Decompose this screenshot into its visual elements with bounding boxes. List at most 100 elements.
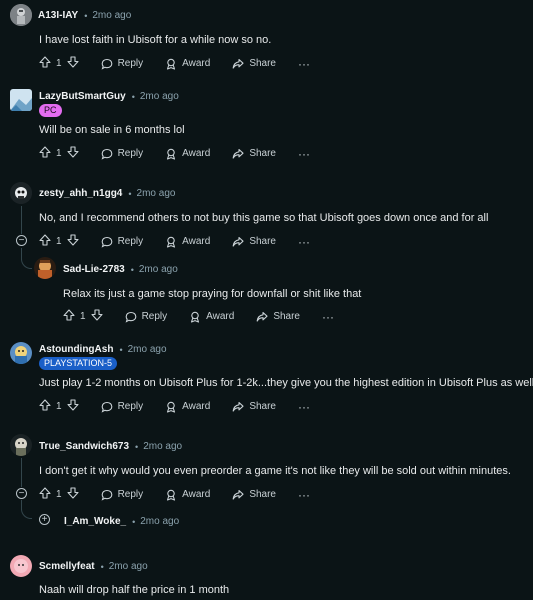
award-button[interactable]: Award <box>165 148 210 160</box>
user-flair-ps5: PLAYSTATION-5 <box>39 357 118 370</box>
more-options-button[interactable]: ··· <box>298 57 310 71</box>
timestamp[interactable]: 2mo ago <box>137 188 176 199</box>
timestamp[interactable]: 2mo ago <box>143 441 182 452</box>
share-button[interactable]: Share <box>232 148 276 160</box>
username[interactable]: I_Am_Woke_ <box>64 516 126 527</box>
vote-control: 1 <box>39 56 79 71</box>
more-options-button[interactable]: ··· <box>322 310 334 324</box>
collapse-thread-icon[interactable]: − <box>16 488 27 499</box>
avatar[interactable] <box>10 4 32 26</box>
share-button[interactable]: Share <box>232 489 276 501</box>
username[interactable]: Scmellyfeat <box>39 561 95 572</box>
more-options-button[interactable]: ··· <box>298 400 310 414</box>
downvote-button[interactable] <box>91 309 103 324</box>
share-label: Share <box>249 489 276 500</box>
collapse-thread-icon[interactable]: − <box>16 235 27 246</box>
timestamp[interactable]: 2mo ago <box>109 561 148 572</box>
downvote-icon <box>67 56 79 68</box>
share-label: Share <box>249 236 276 247</box>
username[interactable]: Sad-Lie-2783 <box>63 264 125 275</box>
share-button[interactable]: Share <box>232 58 276 70</box>
award-icon <box>167 236 176 248</box>
downvote-button[interactable] <box>67 487 79 502</box>
vote-control: 1 <box>39 146 79 161</box>
downvote-button[interactable] <box>67 234 79 249</box>
award-button[interactable]: Award <box>165 489 210 501</box>
more-options-button[interactable]: ··· <box>298 235 310 249</box>
vote-count: 1 <box>56 58 62 69</box>
reply-icon <box>101 401 112 413</box>
thread-line[interactable] <box>21 458 22 487</box>
downvote-icon <box>67 146 79 158</box>
reply-button[interactable]: Reply <box>101 236 143 248</box>
expand-thread-icon[interactable]: + <box>39 514 50 525</box>
share-icon <box>256 311 268 322</box>
separator-dot: • <box>132 516 136 527</box>
share-icon <box>232 236 244 247</box>
timestamp[interactable]: 2mo ago <box>128 344 167 355</box>
award-icon <box>167 58 176 70</box>
character-avatar-icon <box>10 434 32 456</box>
upvote-icon <box>39 399 51 411</box>
avatar[interactable] <box>10 342 32 364</box>
award-label: Award <box>182 58 211 69</box>
avatar[interactable] <box>10 555 32 577</box>
reply-connector <box>21 258 32 269</box>
reply-button[interactable]: Reply <box>101 401 143 413</box>
upvote-button[interactable] <box>39 234 51 249</box>
avatar[interactable] <box>34 257 56 279</box>
comment-actions: 1 Reply Award Share ··· <box>39 487 310 502</box>
username[interactable]: True_Sandwich673 <box>39 441 129 452</box>
award-label: Award <box>182 401 211 412</box>
reply-button[interactable]: Reply <box>125 311 167 323</box>
reply-icon <box>125 311 136 323</box>
share-button[interactable]: Share <box>232 236 276 248</box>
upvote-button[interactable] <box>39 487 51 502</box>
avatar[interactable] <box>10 182 32 204</box>
share-label: Share <box>273 311 300 322</box>
award-button[interactable]: Award <box>165 58 210 70</box>
comment-text: No, and I recommend others to not buy th… <box>39 212 489 224</box>
username[interactable]: zesty_ahh_n1gg4 <box>39 188 122 199</box>
username[interactable]: AstoundingAsh <box>39 344 113 355</box>
upvote-button[interactable] <box>63 309 75 324</box>
downvote-button[interactable] <box>67 56 79 71</box>
landscape-avatar-icon <box>10 89 32 111</box>
avatar[interactable] <box>10 434 32 456</box>
downvote-button[interactable] <box>67 399 79 414</box>
award-label: Award <box>182 236 211 247</box>
vote-count: 1 <box>80 311 86 322</box>
reply-icon <box>101 58 112 70</box>
share-button[interactable]: Share <box>256 311 300 323</box>
reply-button[interactable]: Reply <box>101 58 143 70</box>
reply-button[interactable]: Reply <box>101 489 143 501</box>
share-button[interactable]: Share <box>232 401 276 413</box>
comment-actions: 1 Reply Award Share ··· <box>39 146 310 161</box>
username[interactable]: A13I-IAY <box>38 10 78 21</box>
upvote-button[interactable] <box>39 399 51 414</box>
timestamp[interactable]: 2mo ago <box>140 516 179 527</box>
username[interactable]: LazyButSmartGuy <box>39 91 126 102</box>
award-button[interactable]: Award <box>189 311 234 323</box>
character-avatar-icon <box>10 555 32 577</box>
upvote-button[interactable] <box>39 56 51 71</box>
downvote-button[interactable] <box>67 146 79 161</box>
vote-control: 1 <box>39 234 79 249</box>
award-button[interactable]: Award <box>165 236 210 248</box>
vote-count: 1 <box>56 236 62 247</box>
reply-icon <box>101 148 112 160</box>
timestamp[interactable]: 2mo ago <box>139 264 178 275</box>
reply-label: Reply <box>117 148 144 159</box>
award-label: Award <box>182 489 211 500</box>
more-options-button[interactable]: ··· <box>298 488 310 502</box>
thread-line[interactable] <box>21 206 22 234</box>
reply-button[interactable]: Reply <box>101 148 144 160</box>
downvote-icon <box>67 399 79 411</box>
upvote-button[interactable] <box>39 146 51 161</box>
award-button[interactable]: Award <box>165 401 210 413</box>
avatar[interactable] <box>10 89 32 111</box>
timestamp[interactable]: 2mo ago <box>92 10 131 21</box>
more-options-button[interactable]: ··· <box>298 147 310 161</box>
timestamp[interactable]: 2mo ago <box>140 91 179 102</box>
reply-connector <box>21 508 32 519</box>
